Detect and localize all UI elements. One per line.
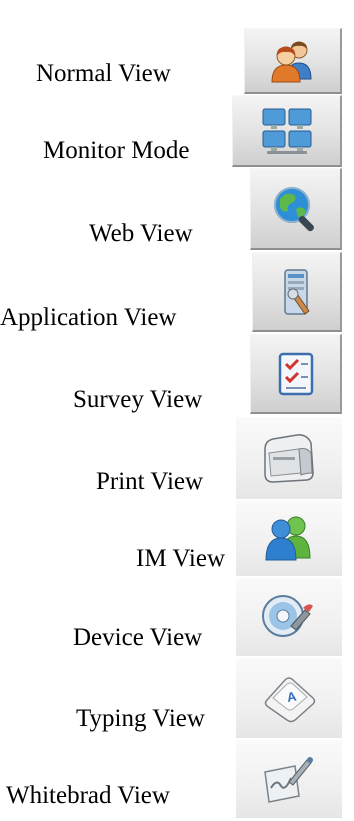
typing-view-label: Typing View <box>76 705 205 732</box>
survey-view-label: Survey View <box>73 386 203 413</box>
survey-view-button[interactable] <box>250 334 342 414</box>
web-view-label: Web View <box>89 220 193 247</box>
print-view-button[interactable] <box>236 417 342 499</box>
users-icon <box>270 41 312 82</box>
web-view-button[interactable] <box>250 168 342 250</box>
messenger-icon <box>265 516 311 561</box>
device-view-button[interactable] <box>236 578 342 656</box>
monitor-mode-button[interactable] <box>232 95 342 167</box>
application-view-label: Application View <box>0 304 177 331</box>
im-view-button[interactable] <box>236 500 342 576</box>
whitebrad-view-button[interactable] <box>236 740 342 818</box>
globe-magnifier-icon <box>273 186 314 231</box>
printer-icon <box>264 434 314 483</box>
device-view-label: Device View <box>73 624 203 651</box>
monitor-mode-label: Monitor Mode <box>43 137 190 164</box>
print-view-label: Print View <box>96 468 204 495</box>
checklist-icon <box>278 352 313 395</box>
im-view-label: IM View <box>136 545 226 572</box>
application-icon <box>283 268 310 315</box>
normal-view-label: Normal View <box>36 60 171 87</box>
whiteboard-pen-icon <box>264 757 313 803</box>
application-view-button[interactable] <box>252 252 342 332</box>
keyboard-key-icon: A <box>264 677 316 723</box>
typing-view-button[interactable]: A <box>236 658 342 738</box>
disc-device-icon <box>262 595 313 637</box>
whitebrad-view-label: Whitebrad View <box>6 782 170 809</box>
normal-view-button[interactable] <box>244 28 342 94</box>
monitors-icon <box>262 108 311 154</box>
